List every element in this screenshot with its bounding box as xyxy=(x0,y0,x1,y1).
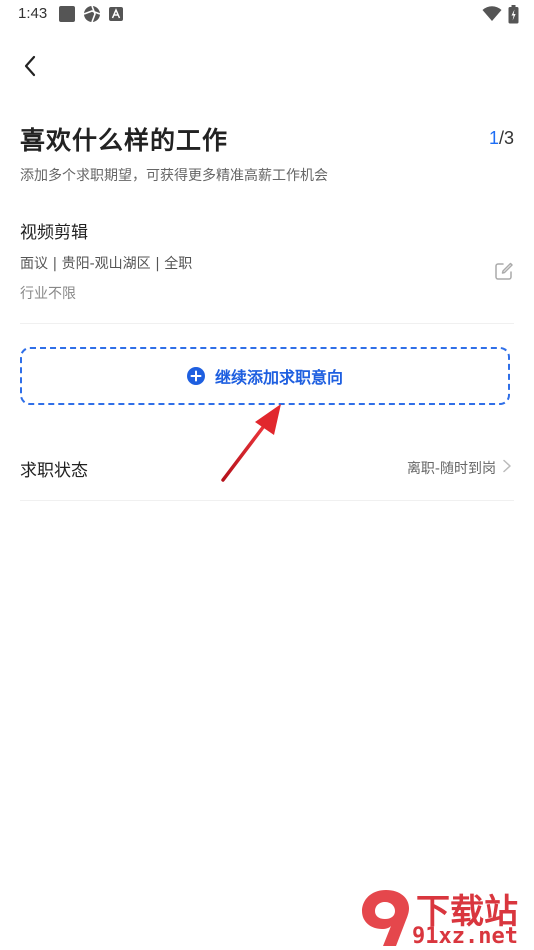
notification-square-icon xyxy=(59,6,75,22)
battery-icon xyxy=(508,5,519,24)
watermark-logo: 下载站 91xz.net xyxy=(354,884,524,950)
job-title: 视频剪辑 xyxy=(20,223,88,243)
status-bar: 1:43 xyxy=(0,0,534,30)
job-status-label: 求职状态 xyxy=(20,461,88,481)
step-total: /3 xyxy=(498,128,514,148)
back-button[interactable] xyxy=(12,48,48,84)
step-current: 1 xyxy=(488,128,499,148)
job-status-value: 离职-随时到岗 xyxy=(406,461,496,477)
page-title: 喜欢什么样的工作 xyxy=(20,126,229,155)
page-subtitle: 添加多个求职期望，可获得更多精准高薪工作机会 xyxy=(20,168,328,184)
add-job-intention-label: 继续添加求职意向 xyxy=(214,368,343,387)
chevron-left-icon xyxy=(24,55,36,77)
watermark-9-icon xyxy=(362,890,409,946)
job-expectation-card[interactable]: 视频剪辑 面议 | 贵阳-观山湖区 | 全职 行业不限 xyxy=(20,205,514,324)
add-job-intention-button[interactable]: 继续添加求职意向 xyxy=(20,347,510,405)
job-industry: 行业不限 xyxy=(20,286,76,302)
edit-icon[interactable] xyxy=(494,261,514,281)
font-a-icon xyxy=(109,7,123,21)
watermark-bottom-text: 91xz.net xyxy=(412,924,518,949)
aperture-icon xyxy=(83,5,101,23)
status-time: 1:43 xyxy=(18,5,48,22)
job-details: 面议 | 贵阳-观山湖区 | 全职 xyxy=(20,256,193,272)
chevron-right-icon xyxy=(503,459,511,473)
step-indicator: 1/3 xyxy=(489,128,514,149)
wifi-icon xyxy=(482,6,502,21)
annotation-arrow-icon xyxy=(221,404,281,482)
plus-circle-icon xyxy=(186,367,205,385)
